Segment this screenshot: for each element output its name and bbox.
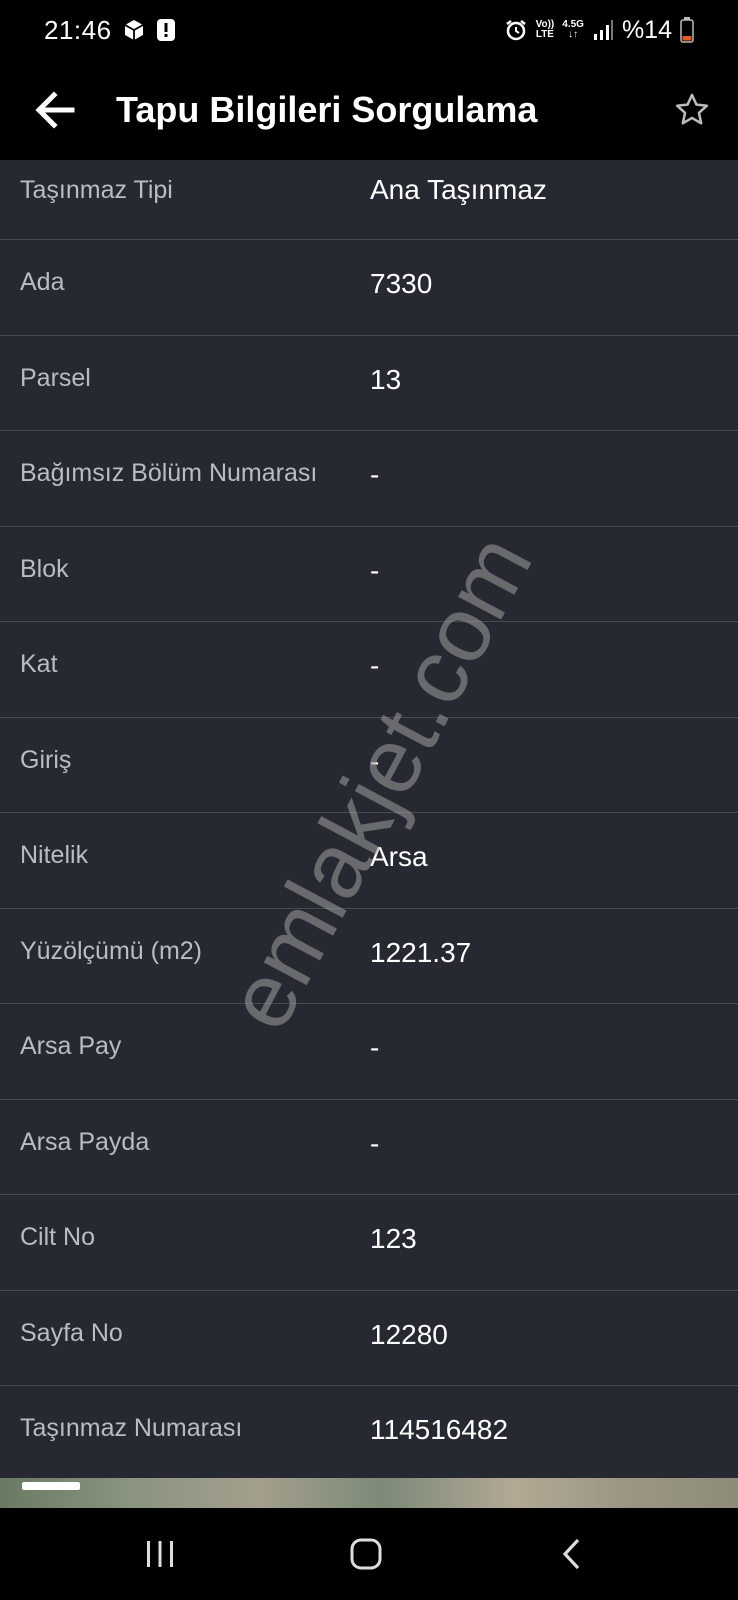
row-value: 12280 <box>370 1318 448 1350</box>
signal-icon <box>592 19 614 41</box>
row-label: Arsa Pay <box>20 1032 122 1060</box>
row-label: Kat <box>20 650 58 678</box>
row-label: Sayfa No <box>20 1318 123 1347</box>
row-value: 7330 <box>370 268 433 299</box>
list-item: Arsa Payda - <box>0 1100 738 1195</box>
list-item: Cilt No 123 <box>0 1195 738 1291</box>
row-value: - <box>370 1127 380 1159</box>
row-label: Ada <box>20 268 65 296</box>
row-label: Yüzölçümü (m2) <box>20 936 202 965</box>
status-time: 21:46 <box>44 14 112 45</box>
alarm-icon <box>504 18 528 42</box>
package-icon <box>122 18 146 42</box>
favorite-button[interactable] <box>668 84 716 136</box>
volte-indicator: Vo)) LTE <box>535 19 555 40</box>
list-item: Nitelik Arsa <box>0 813 738 909</box>
list-item: Bağımsız Bölüm Numarası - <box>0 431 738 527</box>
row-label: Taşınmaz Numarası <box>20 1414 243 1442</box>
row-value: 13 <box>370 363 402 395</box>
list-item: Kat - <box>0 622 738 718</box>
row-value: - <box>370 554 380 586</box>
system-back-button[interactable] <box>542 1530 602 1578</box>
map-handle <box>22 1482 80 1490</box>
list-item: Giriş - <box>0 718 738 813</box>
page-title: Tapu Bilgileri Sorgulama <box>116 89 538 130</box>
row-label: Parsel <box>20 363 91 392</box>
star-outline-icon <box>675 93 709 125</box>
row-value: 114516482 <box>370 1414 509 1445</box>
list-item: Blok - <box>0 527 738 622</box>
back-button[interactable] <box>28 84 80 136</box>
network-type-indicator: 4.5G ↓↑ <box>562 19 584 40</box>
map-preview[interactable] <box>0 1478 738 1508</box>
row-label: Giriş <box>20 745 72 774</box>
list-item: Arsa Pay - <box>0 1004 738 1100</box>
row-label: Nitelik <box>20 841 89 869</box>
row-value: - <box>370 1032 380 1063</box>
row-label: Bağımsız Bölüm Numarası <box>20 459 318 487</box>
home-icon <box>350 1538 382 1570</box>
back-chevron-icon <box>562 1538 580 1570</box>
property-info-list[interactable]: Taşınmaz Tipi Ana Taşınmaz Ada 7330 Parsel… <box>0 160 738 1478</box>
status-bar: 21:46 Vo)) LTE 4.5G ↓↑ %14 <box>0 0 738 60</box>
home-button[interactable] <box>336 1530 396 1578</box>
list-item: Taşınmaz Numarası 114516482 <box>0 1386 738 1478</box>
system-nav-bar <box>0 1508 738 1600</box>
row-label: Blok <box>20 554 69 583</box>
recents-icon <box>147 1541 173 1567</box>
alert-icon <box>156 18 176 42</box>
recents-button[interactable] <box>130 1530 190 1578</box>
list-item: Parsel 13 <box>0 336 738 431</box>
list-item: Ada 7330 <box>0 240 738 336</box>
row-label: Cilt No <box>20 1223 96 1251</box>
row-value: Ana Taşınmaz <box>370 174 547 205</box>
battery-icon <box>680 17 694 43</box>
list-item: Yüzölçümü (m2) 1221.37 <box>0 909 738 1004</box>
app-bar: Tapu Bilgileri Sorgulama <box>0 60 738 160</box>
row-value: 123 <box>370 1223 417 1254</box>
row-value: - <box>370 459 380 490</box>
row-value: 1221.37 <box>370 936 472 968</box>
arrow-left-icon <box>35 91 75 129</box>
row-value: Arsa <box>370 841 428 872</box>
battery-percent: %14 <box>621 15 672 44</box>
list-item: Taşınmaz Tipi Ana Taşınmaz <box>0 160 738 240</box>
row-value: - <box>370 650 380 681</box>
list-item: Sayfa No 12280 <box>0 1291 738 1386</box>
row-value: - <box>370 745 380 777</box>
row-label: Taşınmaz Tipi <box>20 176 173 204</box>
row-label: Arsa Payda <box>20 1127 150 1156</box>
